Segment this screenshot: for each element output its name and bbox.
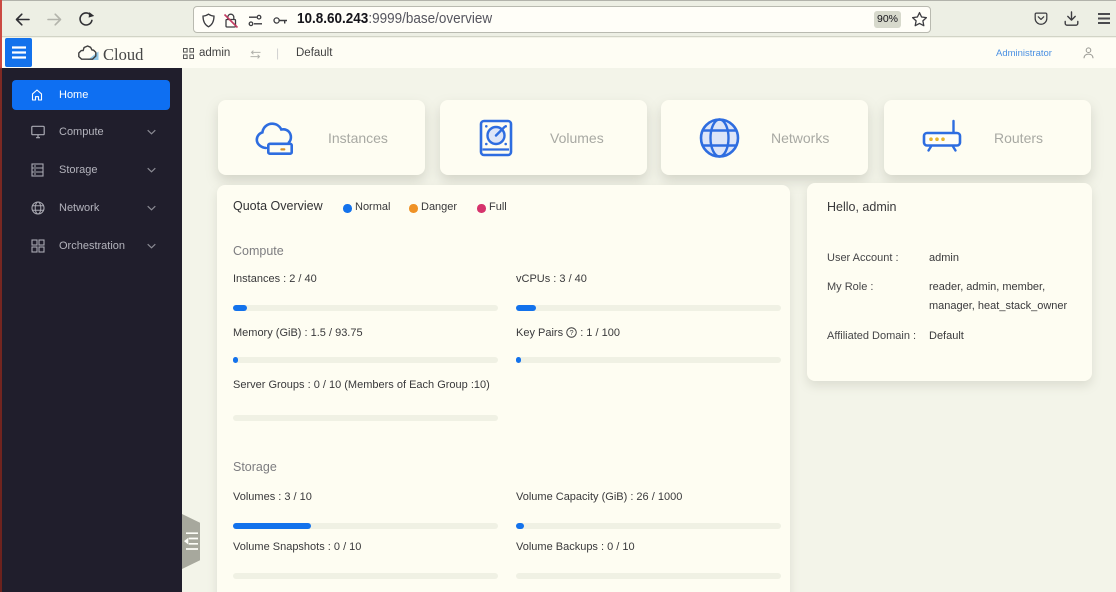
svg-text:?: ? <box>570 328 574 337</box>
